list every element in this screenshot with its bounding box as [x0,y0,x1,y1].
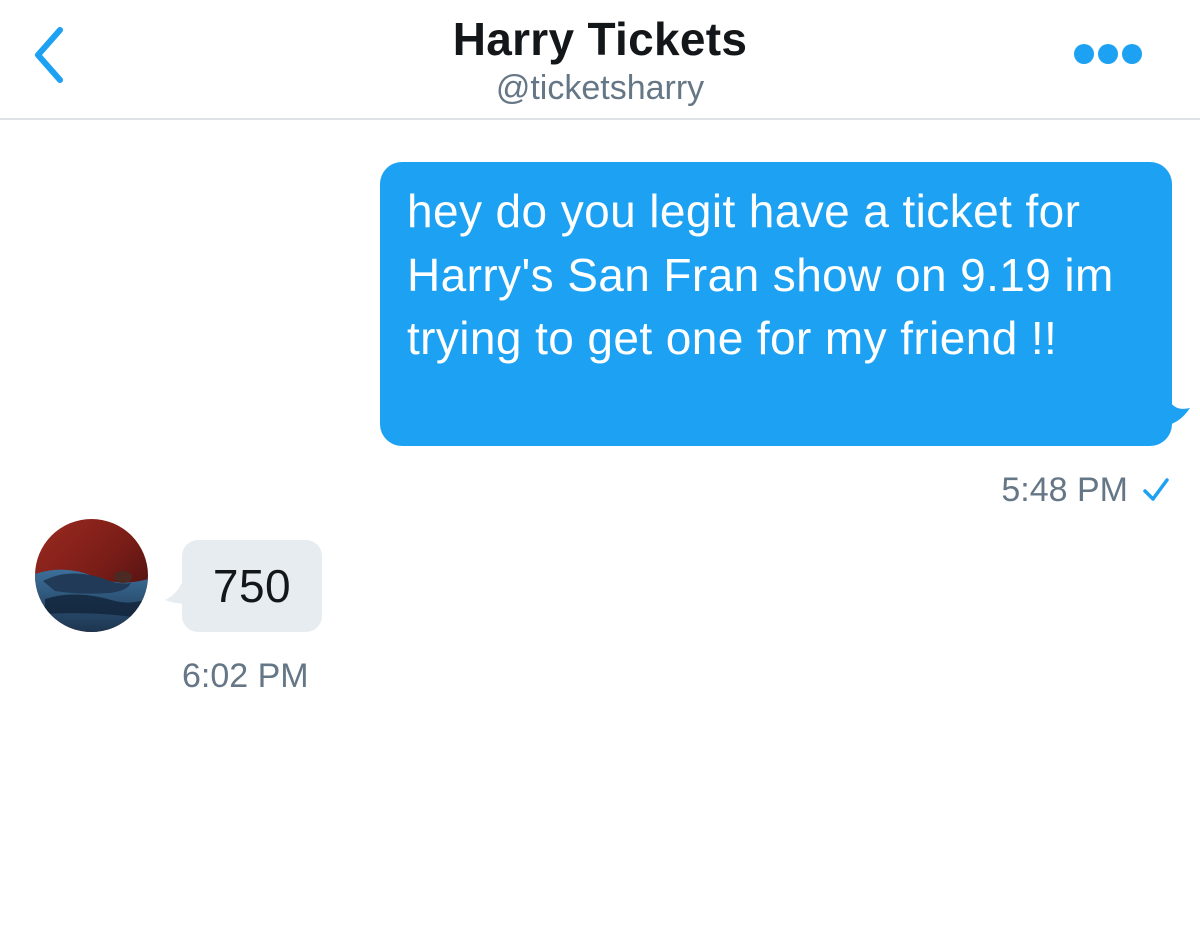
checkmark-icon [1143,478,1169,501]
received-message-text: 750 [212,560,292,612]
conversation-header: Harry Tickets @ticketsharry [0,0,1200,120]
ellipsis-icon [1074,44,1142,64]
sent-message-text: hey do you legit have a ticket for Harry… [407,185,1114,364]
conversation-title-block[interactable]: Harry Tickets @ticketsharry [300,12,900,108]
sent-bubble-tail [1160,398,1190,426]
received-message-time: 6:02 PM [182,657,309,695]
sent-message-time: 5:48 PM [1001,471,1128,509]
conversation-title: Harry Tickets [452,13,748,65]
back-button[interactable] [22,20,82,90]
sent-message-bubble[interactable]: hey do you legit have a ticket for Harry… [380,162,1172,446]
chevron-left-icon [35,27,63,83]
conversation-handle: @ticketsharry [495,69,705,107]
received-message-bubble[interactable]: 750 [182,540,322,632]
avatar[interactable] [35,519,148,632]
more-options-button[interactable] [1068,34,1148,74]
sent-message-meta: 5:48 PM [1001,468,1170,512]
